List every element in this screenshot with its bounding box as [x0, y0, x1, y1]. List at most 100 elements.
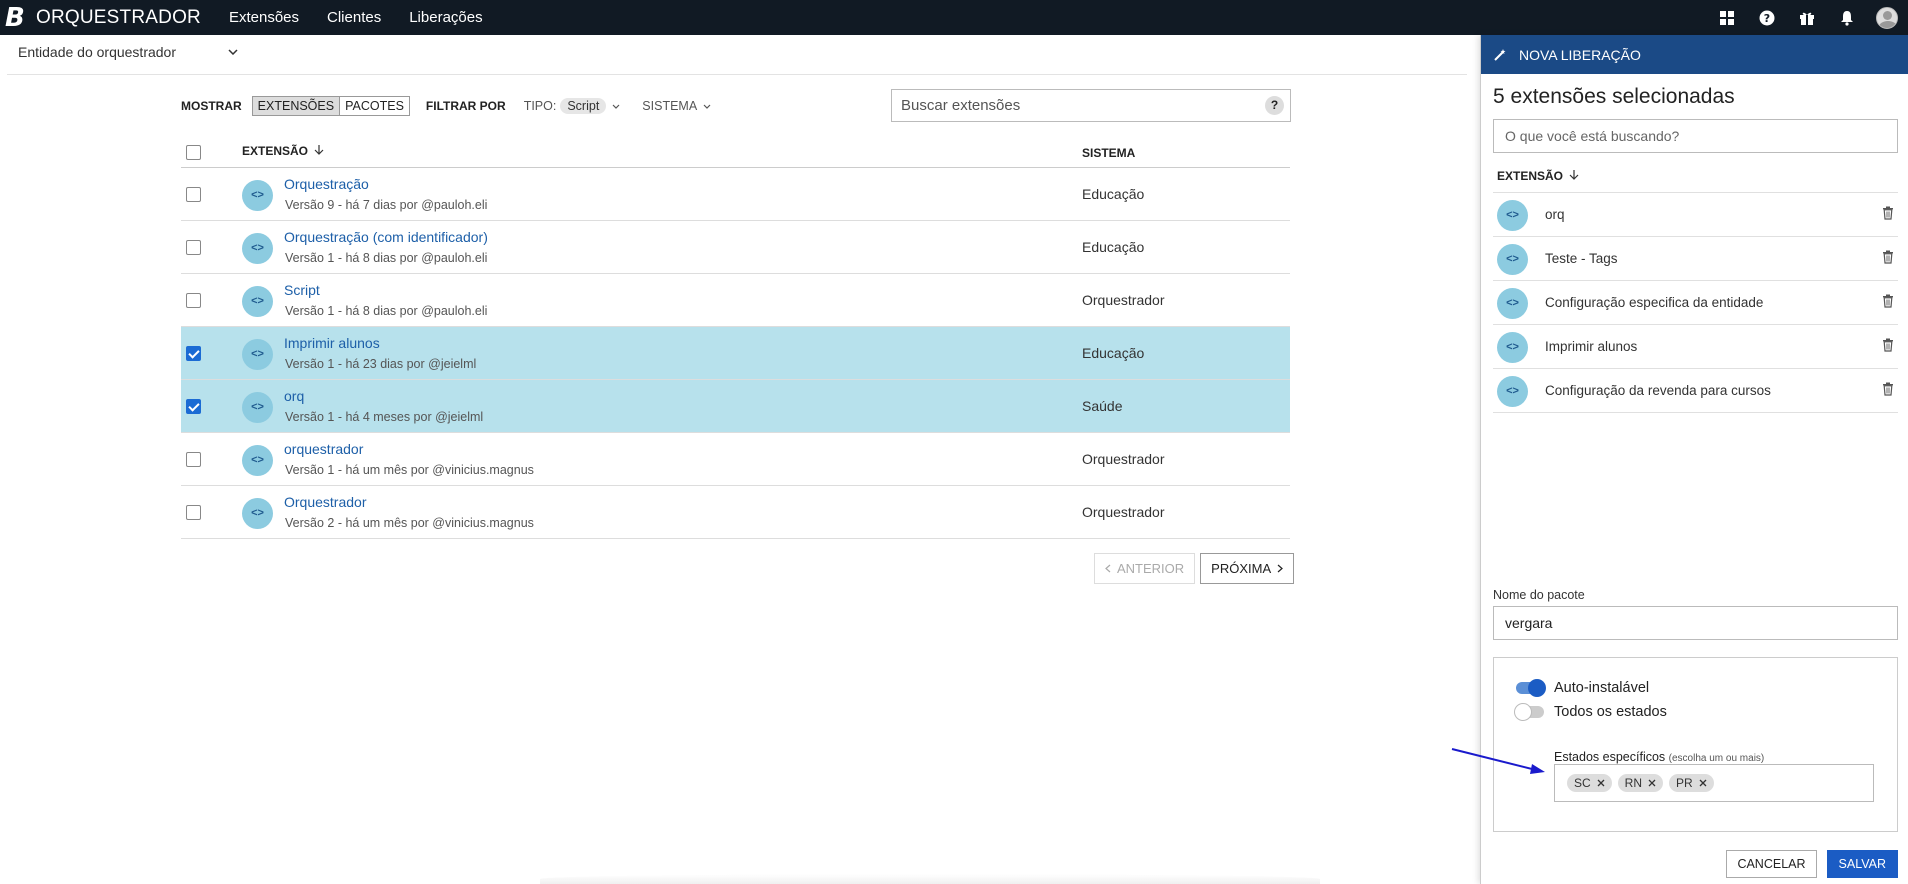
code-icon: <> [242, 498, 273, 529]
entity-label: Entidade do orquestrador [18, 44, 176, 60]
trash-icon[interactable] [1882, 294, 1894, 308]
pagination: ANTERIOR PRÓXIMA [1094, 553, 1295, 584]
select-all-checkbox[interactable] [186, 145, 201, 160]
extension-name-link[interactable]: Imprimir alunos [284, 335, 380, 351]
nav-link-clientes[interactable]: Clientes [327, 9, 381, 26]
code-icon: <> [242, 286, 273, 317]
close-icon[interactable] [1597, 779, 1605, 787]
brand-title[interactable]: ORQUESTRADOR [36, 7, 201, 29]
states-multiselect[interactable]: SC RN PR [1554, 764, 1874, 802]
extension-name-link[interactable]: Orquestração (com identificador) [284, 229, 488, 245]
gift-icon[interactable] [1796, 7, 1818, 29]
column-header-extension-label: EXTENSÃO [242, 144, 309, 158]
row-checkbox[interactable] [186, 346, 201, 361]
table-row[interactable]: <> orq Versão 1 - há 4 meses por @jeielml S… [181, 380, 1290, 433]
column-header-system[interactable]: SISTEMA [1082, 146, 1135, 160]
apps-grid-icon[interactable] [1716, 7, 1738, 29]
auto-install-label: Auto-instalável [1554, 680, 1650, 696]
cancel-button[interactable]: CANCELAR [1726, 850, 1817, 878]
bell-icon[interactable] [1836, 7, 1858, 29]
save-button[interactable]: SALVAR [1826, 850, 1898, 878]
selected-extension-name: Configuração especifica da entidade [1545, 295, 1764, 310]
column-header-extension[interactable]: EXTENSÃO [242, 144, 324, 158]
extension-version-meta: Versão 1 - há 8 dias por @pauloh.eli [285, 304, 488, 318]
code-icon: <> [242, 233, 273, 264]
trash-icon[interactable] [1882, 338, 1894, 352]
previous-page-button[interactable]: ANTERIOR [1094, 553, 1196, 584]
extension-system: Educação [1082, 186, 1145, 202]
extension-version-meta: Versão 2 - há um mês por @vinicius.magnu… [285, 516, 534, 530]
code-icon: <> [242, 180, 273, 211]
row-checkbox[interactable] [186, 452, 201, 467]
all-states-toggle[interactable] [1514, 703, 1544, 721]
state-tag: PR [1669, 774, 1714, 792]
panel-column-header-extension[interactable]: EXTENSÃO [1497, 169, 1579, 183]
tab-extensions[interactable]: EXTENSÕES [252, 97, 341, 115]
extension-system: Educação [1082, 345, 1145, 361]
nav-link-liberacoes[interactable]: Liberações [409, 9, 482, 26]
panel-search-input[interactable]: O que você está buscando? [1493, 119, 1898, 153]
user-avatar[interactable] [1876, 6, 1898, 29]
table-row[interactable]: <> Imprimir alunos Versão 1 - há 23 dias p… [181, 327, 1290, 380]
nav-link-extensoes[interactable]: Extensões [229, 9, 299, 26]
code-icon: <> [242, 445, 273, 476]
row-checkbox[interactable] [186, 505, 201, 520]
code-icon: <> [1497, 244, 1528, 275]
type-filter[interactable]: TIPO: Script [524, 98, 621, 114]
extension-name-link[interactable]: Orquestração [284, 176, 369, 192]
chevron-down-icon [703, 104, 711, 109]
state-tag-label: PR [1676, 776, 1693, 790]
svg-text:?: ? [1764, 12, 1770, 25]
trash-icon[interactable] [1882, 382, 1894, 396]
extension-name-link[interactable]: orq [284, 388, 304, 404]
system-filter[interactable]: SISTEMA [642, 99, 711, 113]
bottom-shadow [540, 874, 1320, 884]
extension-version-meta: Versão 1 - há 23 dias por @jeielml [285, 357, 477, 371]
panel-column-header-label: EXTENSÃO [1497, 169, 1564, 183]
chevron-down-icon [228, 49, 238, 55]
state-tag-label: RN [1624, 776, 1643, 790]
type-filter-label: TIPO: [523, 99, 557, 113]
chevron-right-icon [1277, 564, 1284, 573]
package-name-input[interactable]: vergara [1493, 606, 1898, 640]
search-placeholder: Buscar extensões [901, 97, 1021, 114]
logo[interactable]: B [5, 3, 31, 33]
row-checkbox[interactable] [186, 293, 201, 308]
states-label-text: Estados específicos [1554, 750, 1666, 764]
extension-name-link[interactable]: orquestrador [284, 441, 363, 457]
panel-header-title: NOVA LIBERAÇÃO [1519, 46, 1641, 63]
table-row[interactable]: <> Orquestração Versão 9 - há 7 dias por @… [181, 168, 1290, 221]
row-checkbox[interactable] [186, 399, 201, 414]
auto-install-toggle[interactable] [1516, 679, 1546, 697]
table-row[interactable]: <> orquestrador Versão 1 - há um mês por @… [181, 433, 1290, 486]
all-states-toggle-row[interactable]: Todos os estados [1514, 703, 1667, 721]
entity-selector[interactable]: Entidade do orquestrador [18, 44, 238, 60]
extension-name-link[interactable]: Script [284, 282, 320, 298]
close-icon[interactable] [1699, 779, 1707, 787]
close-icon[interactable] [1648, 779, 1656, 787]
top-navbar: B ORQUESTRADOR Extensões Clientes Libera… [0, 0, 1908, 35]
type-filter-chip[interactable]: Script [560, 98, 607, 114]
search-input[interactable]: Buscar extensões ? [891, 89, 1291, 122]
extension-name-link[interactable]: Orquestrador [284, 494, 366, 510]
trash-icon[interactable] [1882, 206, 1894, 220]
state-tag-label: SC [1574, 776, 1591, 790]
extension-system: Orquestrador [1082, 504, 1165, 520]
table-row[interactable]: <> Orquestração (com identificador) Versão… [181, 221, 1290, 274]
tab-packages[interactable]: PACOTES [340, 97, 409, 115]
auto-install-toggle-row[interactable]: Auto-instalável [1516, 679, 1650, 697]
trash-icon[interactable] [1882, 250, 1894, 264]
table-header: EXTENSÃO SISTEMA [181, 140, 1290, 168]
table-row[interactable]: <> Script Versão 1 - há 8 dias por @pauloh… [181, 274, 1290, 327]
help-icon[interactable]: ? [1265, 96, 1284, 115]
wand-icon [1494, 48, 1506, 61]
code-icon: <> [242, 339, 273, 370]
row-checkbox[interactable] [186, 187, 201, 202]
help-icon[interactable]: ? [1756, 7, 1778, 29]
table-row[interactable]: <> Orquestrador Versão 2 - há um mês por @… [181, 486, 1290, 539]
selected-extension-name: orq [1545, 207, 1565, 222]
filter-bar: MOSTRAR EXTENSÕES PACOTES FILTRAR POR TI… [181, 95, 711, 117]
next-page-button[interactable]: PRÓXIMA [1200, 553, 1295, 584]
selected-extension-name: Teste - Tags [1545, 251, 1618, 266]
row-checkbox[interactable] [186, 240, 201, 255]
